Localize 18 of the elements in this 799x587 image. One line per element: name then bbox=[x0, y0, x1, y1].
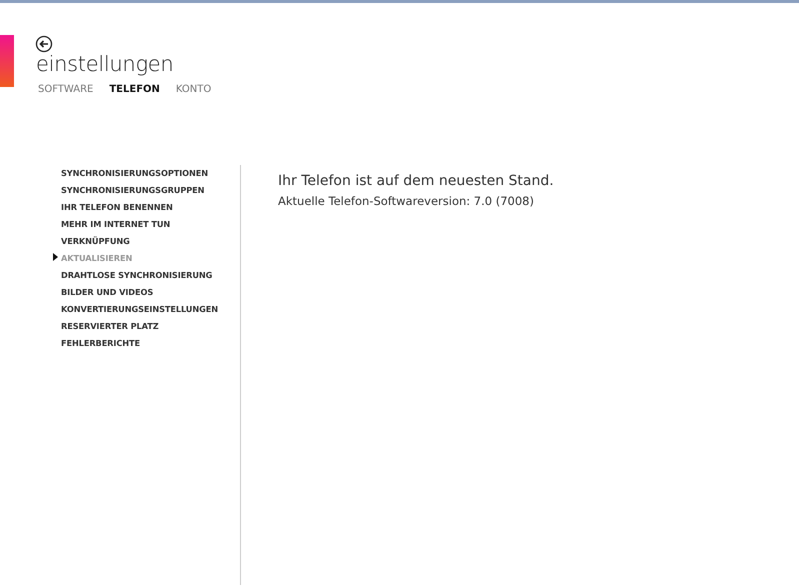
sidebar-item[interactable]: SYNCHRONISIERUNGSGRUPPEN bbox=[61, 182, 204, 199]
accent-bar bbox=[0, 35, 14, 87]
caret-icon bbox=[53, 253, 58, 261]
sidebar-item[interactable]: MEHR IM INTERNET TUN bbox=[61, 216, 170, 233]
sidebar-item[interactable]: DRAHTLOSE SYNCHRONISIERUNG bbox=[61, 267, 212, 284]
tab[interactable]: KONTO bbox=[176, 82, 212, 97]
sidebar-item[interactable]: RESERVIERTER PLATZ bbox=[61, 318, 159, 335]
status-heading: Ihr Telefon ist auf dem neuesten Stand. bbox=[278, 172, 554, 191]
page-title: einstellungen bbox=[36, 51, 174, 77]
tab[interactable]: TELEFON bbox=[109, 82, 160, 97]
sidebar-item[interactable]: BILDER UND VIDEOS bbox=[61, 284, 154, 301]
sidebar-item[interactable]: KONVERTIERUNGSEINSTELLUNGEN bbox=[61, 301, 218, 318]
tab[interactable]: SOFTWARE bbox=[38, 82, 94, 97]
sidebar-item[interactable]: IHR TELEFON BENENNEN bbox=[61, 199, 173, 216]
version-text: Aktuelle Telefon-Softwareversion: 7.0 (7008) bbox=[278, 193, 535, 210]
sidebar-item[interactable]: FEHLERBERICHTE bbox=[61, 335, 140, 352]
sidebar-item[interactable]: SYNCHRONISIERUNGSOPTIONEN bbox=[61, 165, 208, 182]
sidebar-item[interactable]: VERKNÜPFUNG bbox=[61, 233, 130, 250]
